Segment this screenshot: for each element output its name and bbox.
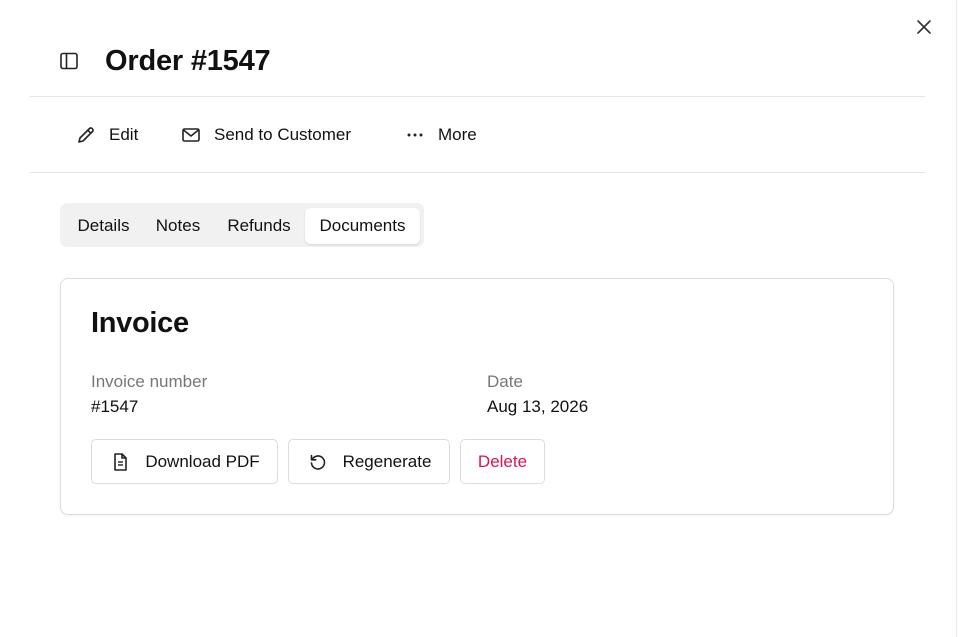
send-to-customer-button[interactable]: Send to Customer — [180, 121, 351, 149]
mail-icon — [180, 124, 202, 146]
regenerate-button[interactable]: Regenerate — [288, 439, 450, 484]
document-icon — [109, 451, 131, 473]
tab-documents[interactable]: Documents — [305, 208, 420, 244]
invoice-card: Invoice Invoice number #1547 Date Aug 13… — [60, 278, 894, 515]
tab-details[interactable]: Details — [66, 208, 141, 244]
edit-button[interactable]: Edit — [75, 121, 138, 149]
refresh-icon — [307, 451, 329, 473]
ellipsis-icon — [404, 124, 426, 146]
invoice-number-value: #1547 — [91, 397, 139, 416]
more-button[interactable]: More — [404, 121, 477, 149]
tab-bar: Details Notes Refunds Documents — [60, 203, 424, 247]
tab-refunds[interactable]: Refunds — [217, 208, 301, 244]
edit-label: Edit — [109, 125, 139, 144]
action-toolbar: Edit Send to Customer More — [30, 97, 925, 173]
invoice-number-label: Invoice number — [91, 372, 208, 391]
page-title: Order #1547 — [105, 45, 271, 77]
sidebar-toggle-button[interactable] — [57, 50, 81, 72]
download-pdf-label: Download PDF — [145, 451, 260, 471]
download-pdf-button[interactable]: Download PDF — [91, 439, 278, 484]
order-drawer: Order #1547 Edit Send to Customer More D… — [0, 0, 957, 637]
more-label: More — [438, 125, 477, 144]
sidebar-toggle-icon — [60, 52, 78, 70]
drawer-header: Order #1547 — [30, 30, 925, 97]
invoice-title: Invoice — [91, 307, 189, 339]
invoice-date-value: Aug 13, 2026 — [487, 397, 589, 416]
regenerate-label: Regenerate — [342, 451, 432, 471]
tab-notes[interactable]: Notes — [146, 208, 210, 244]
pencil-icon — [75, 124, 97, 146]
invoice-date-label: Date — [487, 372, 523, 391]
delete-button[interactable]: Delete — [460, 439, 545, 484]
send-label: Send to Customer — [214, 125, 352, 144]
